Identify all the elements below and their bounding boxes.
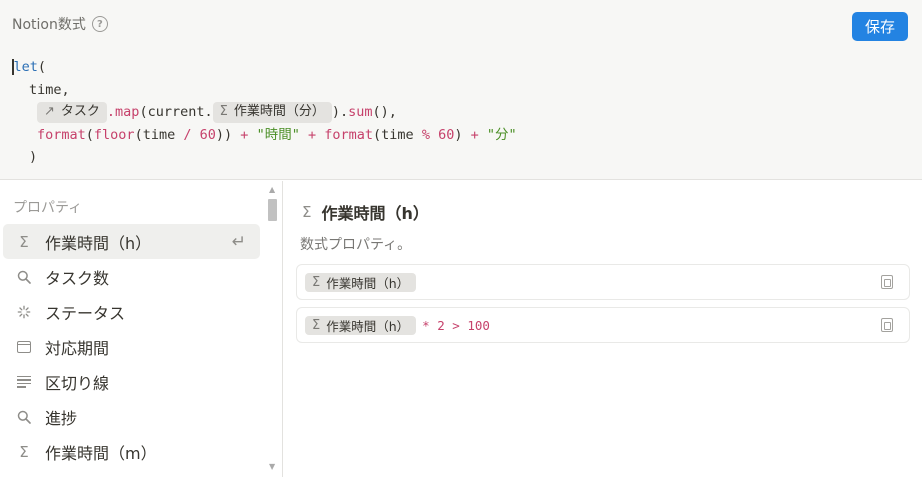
op-plus: + <box>307 126 317 143</box>
text-lines-icon <box>17 375 31 388</box>
sigma-icon: Σ <box>19 232 29 251</box>
property-label: 区切り線 <box>45 373 110 393</box>
code-token: (), <box>372 104 397 120</box>
property-chip-work-minutes[interactable]: Σ 作業時間（分） <box>212 101 332 123</box>
code-token: (time <box>373 126 422 143</box>
op-multiply: * <box>422 317 430 333</box>
code-line-1: let( <box>12 56 517 79</box>
op-greater: > <box>452 317 460 333</box>
detail-title-text: 作業時間（h） <box>321 204 429 223</box>
num-60: 60 <box>438 126 455 143</box>
property-item-task-count[interactable]: タスク数 <box>3 259 260 294</box>
property-item-work-minutes[interactable]: Σ 作業時間（m） <box>3 434 260 469</box>
scrollbar[interactable]: ▲ ▼ <box>266 185 279 475</box>
code-line-3: ↗ タスク .map (current. Σ 作業時間（分） ). sum (), <box>12 101 517 124</box>
property-chip-tasks[interactable]: ↗ タスク <box>37 101 107 123</box>
property-label: 進捗 <box>45 408 78 428</box>
property-item-work-hours[interactable]: Σ 作業時間（h） ↵ <box>3 224 260 259</box>
example-chip: Σ 作業時間（h） <box>305 272 417 292</box>
code-line-4: format(floor (time / 60)) + "時間" + format… <box>12 124 517 147</box>
op-plus: + <box>470 126 479 143</box>
code-token: (time <box>134 126 184 143</box>
relation-arrow-icon: ↗ <box>44 104 55 119</box>
string-minutes: "分" <box>486 126 517 143</box>
sigma-icon: Σ <box>219 104 228 119</box>
save-button[interactable]: 保存 <box>852 12 908 41</box>
sigma-icon: Σ <box>302 203 312 221</box>
scroll-down-icon[interactable]: ▼ <box>269 462 275 471</box>
example-chip: Σ 作業時間（h） <box>305 315 417 335</box>
fn-format: format <box>37 126 86 143</box>
formula-code[interactable]: let( time, ↗ タスク .map (current. Σ 作業時間（分）… <box>12 56 517 169</box>
search-icon <box>17 270 31 284</box>
property-label: ステータス <box>45 303 126 323</box>
enter-icon: ↵ <box>231 232 246 252</box>
example-row-2[interactable]: Σ 作業時間（h） * 2 > 100 <box>296 307 910 343</box>
property-item-status[interactable]: ステータス <box>3 294 260 329</box>
example-expression: * 2 > 100 <box>422 318 490 333</box>
paren-open: ( <box>37 59 47 75</box>
chip-label: 作業時間（h） <box>326 275 410 291</box>
property-item-period[interactable]: 対応期間 <box>3 329 260 364</box>
paren-close: ) <box>29 149 38 165</box>
editor-title: Notion数式 <box>12 17 86 33</box>
chip-label: 作業時間（分） <box>233 104 325 119</box>
search-icon <box>17 410 31 424</box>
scroll-up-icon[interactable]: ▲ <box>269 185 275 194</box>
code-line-5: ) <box>12 146 517 169</box>
property-label: 対応期間 <box>45 338 110 358</box>
property-detail-pane: Σ 作業時間（h） 数式プロパティ。 Σ 作業時間（h） Σ 作業時間（h） *… <box>284 181 922 477</box>
formula-editor[interactable]: Notion数式 ? 保存 let( time, ↗ タスク .map (curr… <box>0 0 922 180</box>
property-list-pane: プロパティ ▲ ▼ Σ 作業時間（h） ↵ タスク数 ステータス 対応期間 区切… <box>0 181 283 477</box>
keyword-let: let <box>13 59 38 75</box>
section-label: プロパティ <box>13 200 83 216</box>
code-token: ) <box>454 126 471 143</box>
detail-title: Σ 作業時間（h） <box>302 200 429 224</box>
sigma-icon: Σ <box>312 274 321 290</box>
detail-subtitle: 数式プロパティ。 <box>300 237 412 253</box>
sigma-icon: Σ <box>312 317 321 333</box>
editor-header: Notion数式 ? <box>12 14 108 34</box>
calendar-icon <box>17 340 31 353</box>
copy-icon[interactable] <box>881 275 893 289</box>
fn-floor: floor <box>93 126 135 143</box>
chip-label: 作業時間（h） <box>326 318 410 334</box>
current-ref: (current. <box>139 104 213 120</box>
num-100: 100 <box>467 317 490 333</box>
help-icon[interactable]: ? <box>91 16 108 32</box>
fn-map: .map <box>106 104 140 120</box>
string-hours: "時間" <box>256 126 300 143</box>
op-divide: / <box>183 126 192 143</box>
var-time: time, <box>29 81 70 98</box>
example-row-1[interactable]: Σ 作業時間（h） <box>296 264 910 300</box>
property-item-divider[interactable]: 区切り線 <box>3 364 260 399</box>
status-spinner-icon <box>17 304 31 320</box>
op-modulo: % <box>421 126 430 143</box>
property-list: Σ 作業時間（h） ↵ タスク数 ステータス 対応期間 区切り線 進捗 Σ 作業… <box>3 224 260 469</box>
sigma-icon: Σ <box>19 442 29 461</box>
copy-icon[interactable] <box>881 318 893 332</box>
num-60: 60 <box>199 126 216 143</box>
property-label: 作業時間（h） <box>45 233 152 253</box>
fn-sum: sum <box>348 104 373 120</box>
property-label: タスク数 <box>45 268 110 288</box>
scroll-thumb[interactable] <box>268 199 277 221</box>
num-2: 2 <box>437 317 445 333</box>
property-item-progress[interactable]: 進捗 <box>3 399 260 434</box>
code-token: ( <box>85 126 94 143</box>
code-token: ). <box>331 104 349 120</box>
fn-format: format <box>324 126 374 143</box>
property-label: 作業時間（m） <box>45 443 157 463</box>
code-line-2: time, <box>12 79 517 102</box>
code-token: )) <box>215 126 241 143</box>
chip-label: タスク <box>60 104 100 119</box>
op-plus: + <box>240 126 249 143</box>
